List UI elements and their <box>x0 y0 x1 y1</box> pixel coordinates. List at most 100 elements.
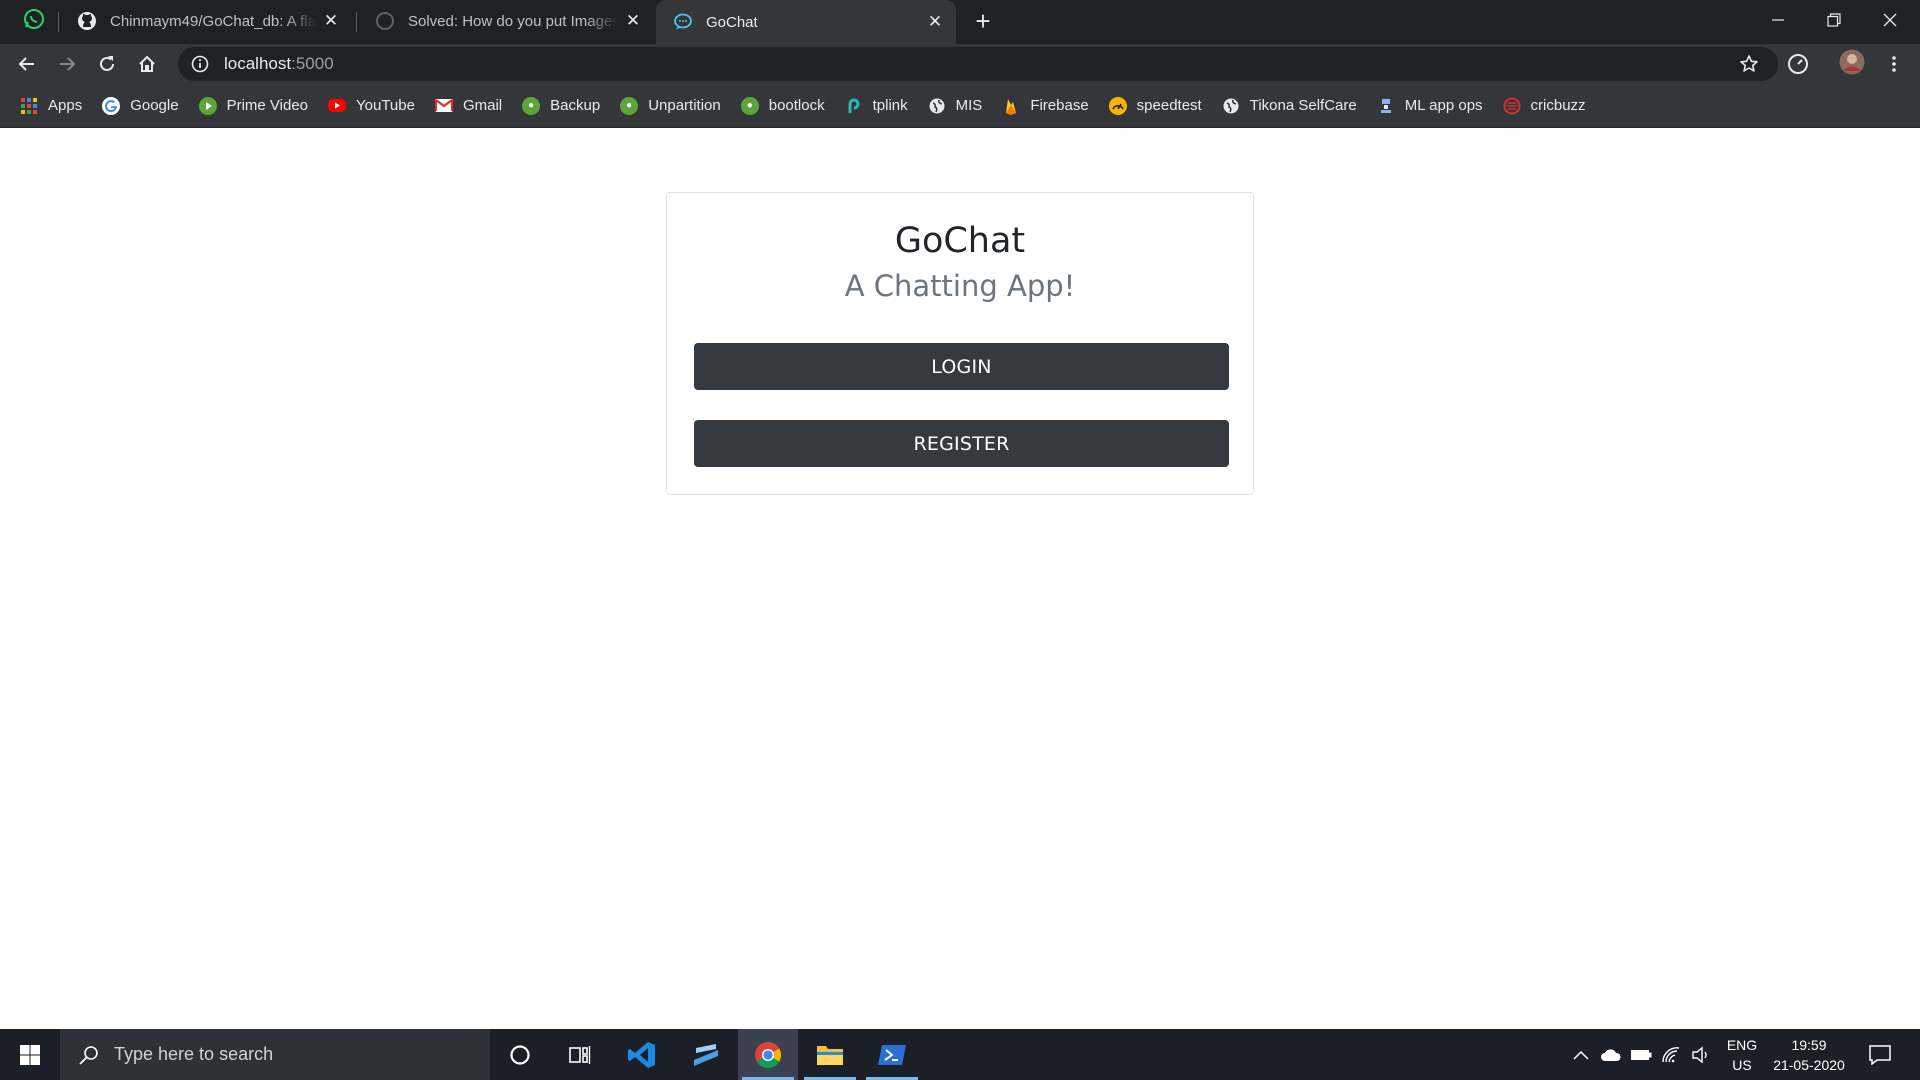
bookmark-prime-video[interactable]: Prime Video <box>197 90 318 122</box>
bookmark-apps[interactable]: Apps <box>18 90 92 122</box>
input-language-indicator[interactable]: ENG US <box>1722 1035 1762 1075</box>
tab-solved[interactable]: Solved: How do you put Images ✕ <box>358 0 654 42</box>
page-viewport: GoChat A Chatting App! LOGIN REGISTER <box>0 129 1920 1029</box>
gmail-icon <box>434 99 453 112</box>
bookmark-label: bootlock <box>768 97 825 114</box>
close-icon <box>1883 13 1897 27</box>
notification-icon <box>1869 1045 1891 1065</box>
globe-icon <box>928 97 946 115</box>
browser-tab-strip: Chinmaym49/GoChat_db: A flask ✕ Solved: … <box>0 0 1920 44</box>
task-view-icon <box>569 1045 591 1064</box>
pinned-tab-whatsapp[interactable] <box>12 0 56 42</box>
bookmark-tikona-selfcare[interactable]: Tikona SelfCare <box>1220 90 1367 122</box>
info-icon[interactable] <box>190 54 210 74</box>
bookmark-tplink[interactable]: tplink <box>843 90 918 122</box>
terminal-app-icon <box>694 1043 718 1066</box>
bookmark-gmail[interactable]: Gmail <box>433 90 512 122</box>
folder-icon <box>817 1045 843 1065</box>
arrow-left-icon <box>18 57 34 71</box>
avatar <box>1839 49 1865 80</box>
onedrive-icon[interactable] <box>1600 1044 1622 1066</box>
bookmark-unpartition[interactable]: ● Unpartition <box>618 90 731 122</box>
new-tab-button[interactable]: + <box>968 6 998 36</box>
globe-icon: ● <box>620 96 639 115</box>
register-button[interactable]: REGISTER <box>694 420 1229 467</box>
system-clock[interactable]: 19:59 21-05-2020 <box>1766 1035 1852 1075</box>
ml-icon <box>1377 97 1395 115</box>
bookmark-label: Backup <box>550 97 601 114</box>
tab-close-button[interactable]: ✕ <box>924 11 946 33</box>
tab-title: Solved: How do you put Images <box>408 12 618 30</box>
bookmark-firebase[interactable]: Firebase <box>1000 90 1098 122</box>
bookmark-label: ML app ops <box>1404 97 1483 114</box>
close-window-button[interactable] <box>1862 0 1918 40</box>
region-code: US <box>1732 1057 1752 1073</box>
tab-close-button[interactable]: ✕ <box>320 10 342 32</box>
chrome-menu-button[interactable] <box>1878 48 1910 80</box>
globe-icon: ● <box>740 96 759 115</box>
login-button[interactable]: LOGIN <box>694 343 1229 390</box>
bookmark-star-icon[interactable] <box>1738 53 1760 75</box>
tab-title: Chinmaym49/GoChat_db: A flask <box>110 12 316 30</box>
url-text: localhost:5000 <box>224 54 334 74</box>
github-icon <box>76 10 98 32</box>
bookmark-label: cricbuzz <box>1530 97 1586 114</box>
browser-toolbar: localhost:5000 <box>0 44 1920 84</box>
chat-bubble-icon <box>672 11 694 33</box>
taskbar-ssh-app[interactable] <box>676 1029 736 1080</box>
taskbar-chrome[interactable] <box>738 1029 798 1080</box>
home-button[interactable] <box>131 48 163 80</box>
url-port: :5000 <box>291 54 334 73</box>
bookmarks-bar: Apps Google Prime Video YouTube Gmail ● … <box>0 84 1920 128</box>
windows-logo-icon <box>20 1044 40 1065</box>
restore-button[interactable] <box>1806 0 1862 40</box>
forward-button[interactable] <box>51 48 83 80</box>
search-placeholder: Type here to search <box>114 1044 274 1064</box>
bookmark-label: Gmail <box>462 97 503 114</box>
taskbar-search-box[interactable]: Type here to search <box>60 1029 490 1080</box>
action-center-button[interactable] <box>1866 1042 1894 1068</box>
page-title: GoChat <box>894 221 1026 261</box>
taskbar-vscode[interactable] <box>612 1029 672 1080</box>
wifi-icon[interactable] <box>1660 1044 1682 1066</box>
bookmark-ml-app-ops[interactable]: ML app ops <box>1375 90 1493 122</box>
clock-time: 19:59 <box>1791 1037 1827 1053</box>
arrow-right-icon <box>60 57 76 71</box>
youtube-icon <box>328 99 347 112</box>
cortana-icon <box>510 1044 530 1065</box>
welcome-card: GoChat A Chatting App! LOGIN REGISTER <box>666 192 1254 495</box>
bookmark-backup[interactable]: ● Backup <box>520 90 610 122</box>
globe-icon: ● <box>522 96 541 115</box>
cortana-button[interactable] <box>490 1029 550 1080</box>
bookmark-google[interactable]: Google <box>100 90 188 122</box>
firebase-icon <box>1002 97 1020 115</box>
bookmark-mis[interactable]: MIS <box>926 90 993 122</box>
bookmark-bootlock[interactable]: ● bootlock <box>739 90 835 122</box>
minimize-button[interactable] <box>1750 0 1806 40</box>
bookmark-youtube[interactable]: YouTube <box>326 90 425 122</box>
tab-title: GoChat <box>706 13 758 31</box>
url-host: localhost <box>224 54 292 73</box>
volume-icon[interactable] <box>1690 1044 1712 1066</box>
tab-github[interactable]: Chinmaym49/GoChat_db: A flask ✕ <box>60 0 352 42</box>
address-bar[interactable]: localhost:5000 <box>178 47 1778 81</box>
start-button[interactable] <box>0 1029 60 1080</box>
more-vertical-icon <box>1892 56 1896 72</box>
taskbar-powershell[interactable] <box>862 1029 922 1080</box>
extension-button[interactable] <box>1782 48 1814 80</box>
bookmark-speedtest[interactable]: speedtest <box>1107 90 1212 122</box>
vscode-icon <box>628 1041 655 1068</box>
back-button[interactable] <box>11 48 43 80</box>
bookmark-label: Tikona SelfCare <box>1249 97 1357 114</box>
bookmark-cricbuzz[interactable]: cricbuzz <box>1501 90 1596 122</box>
battery-icon[interactable] <box>1630 1044 1652 1066</box>
bookmark-label: speedtest <box>1136 97 1202 114</box>
task-view-button[interactable] <box>550 1029 610 1080</box>
tab-close-button[interactable]: ✕ <box>622 10 644 32</box>
profile-avatar-button[interactable] <box>1836 48 1868 80</box>
reload-button[interactable] <box>91 48 123 80</box>
tab-gochat[interactable]: GoChat ✕ <box>656 0 956 44</box>
chevron-up-icon[interactable] <box>1570 1044 1592 1066</box>
taskbar-file-explorer[interactable] <box>800 1029 860 1080</box>
bookmark-label: Unpartition <box>648 97 721 114</box>
